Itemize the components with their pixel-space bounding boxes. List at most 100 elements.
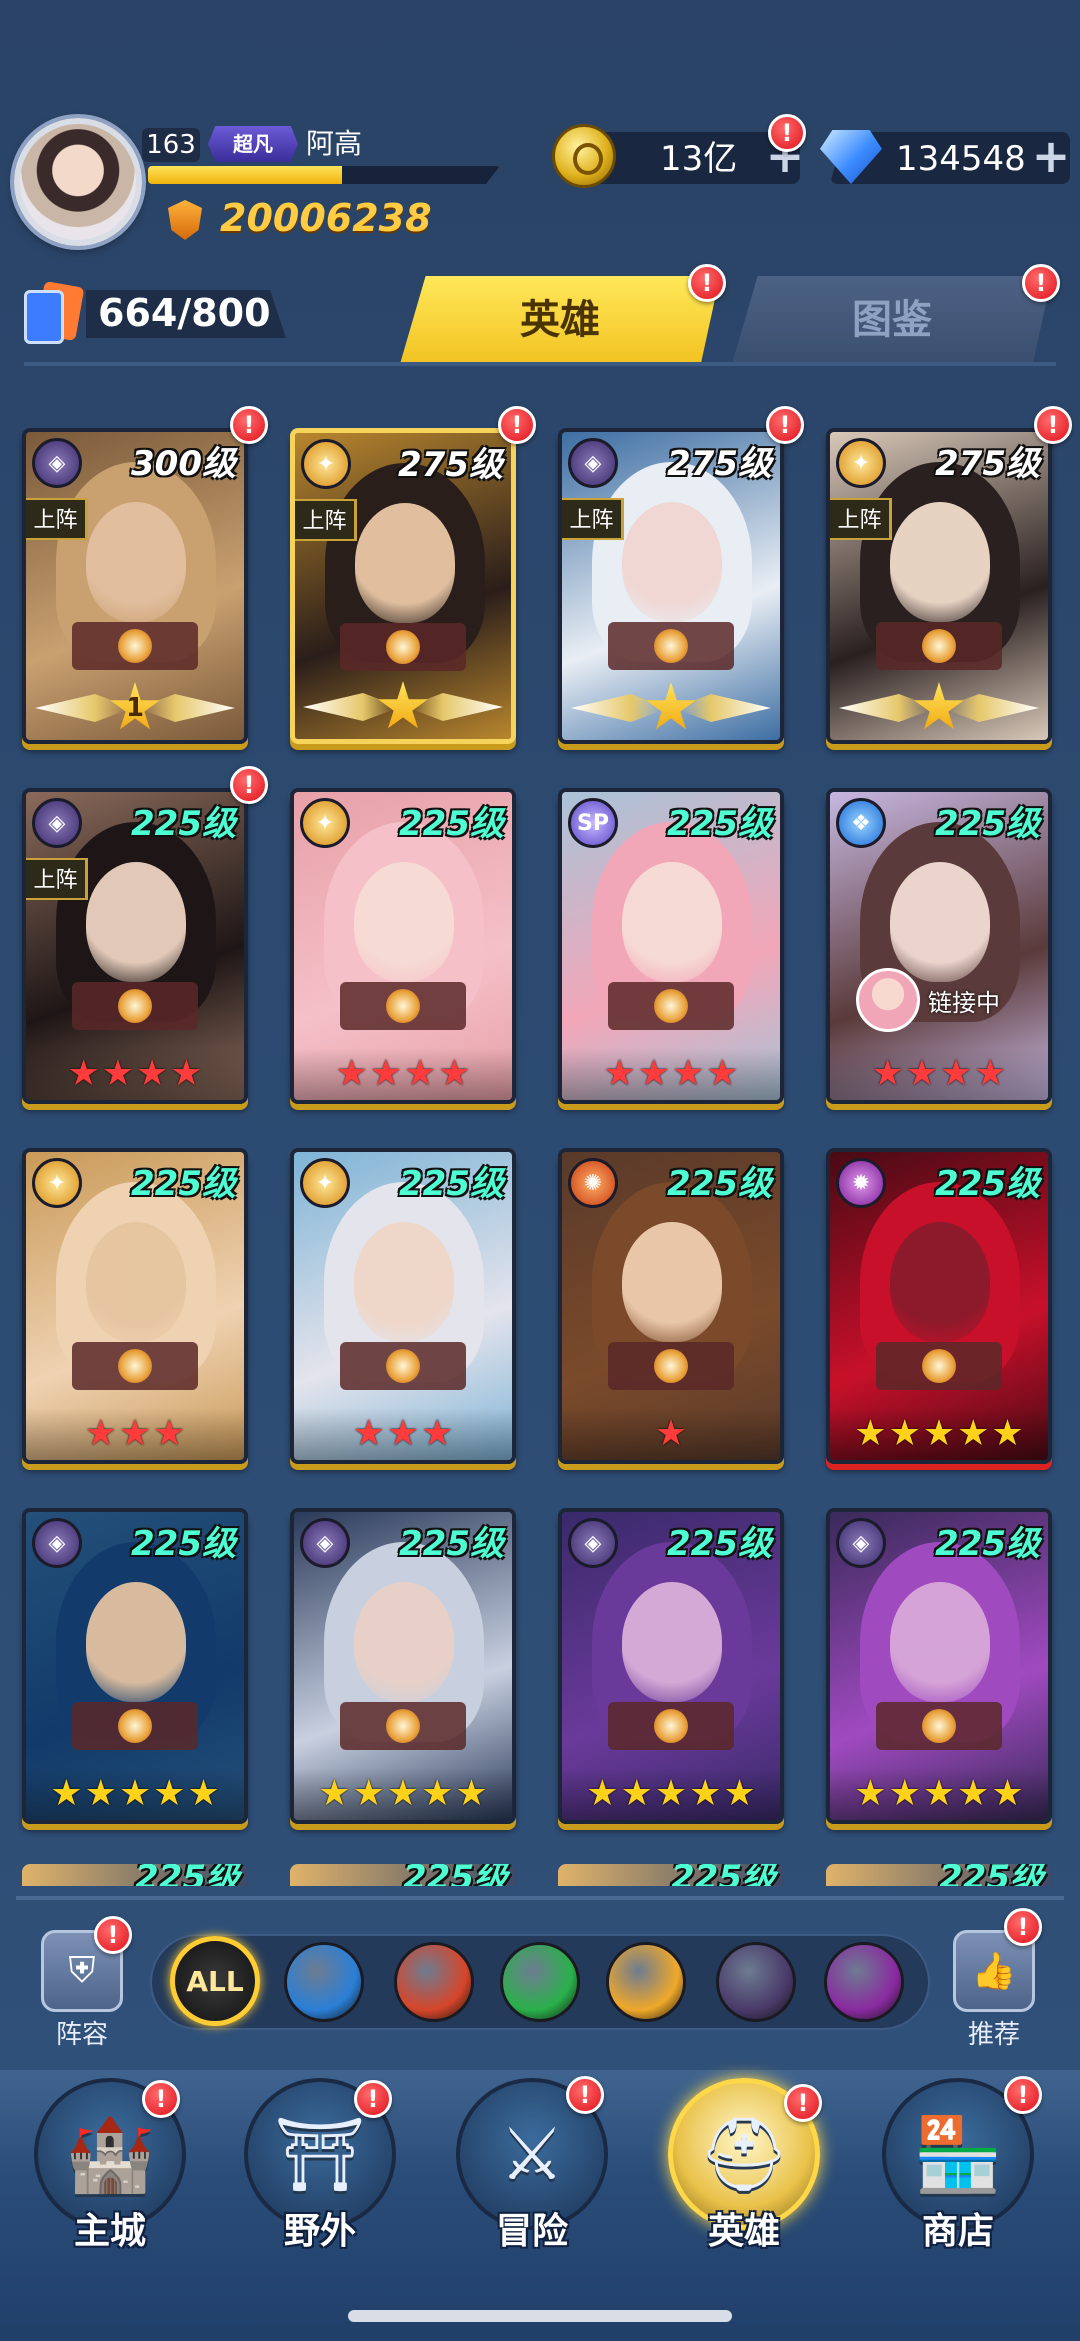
hero-alert-icon: ! — [230, 406, 268, 444]
star-rating: ★ ★ ★ ★ — [830, 1048, 1048, 1100]
star-icon: ★ — [438, 1053, 471, 1094]
water-filter-icon[interactable] — [284, 1942, 364, 2022]
star-rating: ★ ★ ★ ★ — [294, 1048, 512, 1100]
hero-card[interactable]: 225级 — [826, 1864, 1052, 1886]
star-icon: ★ — [706, 1053, 739, 1094]
hero-card[interactable]: ✦ 225级 ★ ★ ★ — [290, 1148, 516, 1464]
hero-level: 225级 — [399, 1524, 504, 1564]
hero-card[interactable]: ✹ 225级 ★ ★ ★ ★ ★ — [826, 1148, 1052, 1464]
hero-card[interactable]: ✺ 225级 ★ — [558, 1148, 784, 1464]
star-icon: ★ — [620, 1773, 653, 1814]
star-rating: ★ ★ ★ ★ — [562, 1048, 780, 1100]
hero-card[interactable]: ◈ 300级 上阵 1 — [22, 428, 248, 744]
hero-card[interactable]: 225级 — [22, 1864, 248, 1886]
star-icon: ★ — [50, 1773, 83, 1814]
dark-filter-icon[interactable] — [716, 1942, 796, 2022]
star-icon: ★ — [386, 1413, 420, 1454]
fire-filter-icon[interactable] — [394, 1942, 474, 2022]
hero-card[interactable]: ✦ 225级 ★ ★ ★ — [22, 1148, 248, 1464]
dark-icon: ◈ — [32, 438, 82, 488]
hero-level: 225级 — [935, 1164, 1040, 1204]
star-icon: ★ — [421, 1773, 454, 1814]
star-icon: ★ — [922, 1773, 956, 1814]
nav-wild-label: 野外 — [283, 2211, 356, 2252]
hero-level: 225级 — [399, 804, 504, 844]
void-filter-icon[interactable] — [824, 1942, 904, 2022]
on-team-badge: 上阵 — [26, 498, 88, 540]
star-icon: ★ — [352, 1413, 385, 1454]
hero-level: 225级 — [939, 1864, 1044, 1886]
on-team-badge: 上阵 — [26, 858, 88, 900]
hero-card[interactable]: ◈ 275级 上阵 — [558, 428, 784, 744]
star-rating: ★ ★ ★ — [294, 1408, 512, 1460]
hero-emblem-icon — [340, 982, 466, 1030]
fire-icon: ✺ — [568, 1158, 618, 1208]
hero-card[interactable]: SP 225级 ★ ★ ★ ★ — [558, 788, 784, 1104]
wind-filter-icon[interactable] — [500, 1942, 580, 2022]
hero-card[interactable]: ❖ 225级 链接中 ★ ★ ★ ★ — [826, 788, 1052, 1104]
light-filter-icon[interactable] — [606, 1942, 686, 2022]
on-team-badge: 上阵 — [830, 498, 892, 540]
star-icon: ★ — [586, 1773, 619, 1814]
nav-shop-label: 商店 — [921, 2211, 994, 2252]
star-icon: ★ — [888, 1773, 921, 1814]
star-icon: ★ — [905, 1053, 938, 1094]
lineup-alert-icon: ! — [94, 1916, 132, 1954]
hero-card[interactable]: ◈ 225级 上阵 ★ ★ ★ ★ — [22, 788, 248, 1104]
hero-card[interactable]: ◈ 225级 ★ ★ ★ ★ ★ — [558, 1508, 784, 1824]
hero-card[interactable]: ◈ 225级 ★ ★ ★ ★ ★ — [826, 1508, 1052, 1824]
star-icon: ★ — [67, 1053, 100, 1094]
link-badge: 链接中 — [856, 968, 1000, 1032]
hero-level: 225级 — [403, 1864, 508, 1886]
hero-card[interactable]: ✦ 275级 上阵 — [290, 428, 516, 744]
star-icon: ★ — [369, 1053, 402, 1094]
star-rating: ★ ★ ★ — [26, 1408, 244, 1460]
hero-emblem-icon — [340, 1702, 466, 1750]
star-icon: ★ — [957, 1773, 990, 1814]
link-status: 链接中 — [928, 988, 1000, 1017]
hero-level: 225级 — [671, 1864, 776, 1886]
hero-card[interactable]: ✦ 275级 上阵 — [826, 428, 1052, 744]
home-indicator[interactable] — [348, 2310, 732, 2322]
hero-emblem-icon — [72, 982, 198, 1030]
star-icon: ★ — [957, 1413, 990, 1454]
hero-level: 225级 — [667, 1164, 772, 1204]
void-icon: ✹ — [836, 1158, 886, 1208]
all-filter[interactable]: ALL — [170, 1936, 260, 2026]
hero-card[interactable]: ✦ 225级 ★ ★ ★ ★ — [290, 788, 516, 1104]
star-icon: ★ — [974, 1053, 1007, 1094]
hero-card[interactable]: 225级 — [558, 1864, 784, 1886]
star-rating: ★ ★ ★ ★ — [26, 1048, 244, 1100]
star-icon: ★ — [723, 1773, 756, 1814]
star-icon: ★ — [187, 1773, 220, 1814]
hero-card[interactable]: ◈ 225级 ★ ★ ★ ★ ★ — [22, 1508, 248, 1824]
hero-emblem-icon — [72, 1702, 198, 1750]
star-icon: ★ — [318, 1773, 351, 1814]
star-icon: ★ — [654, 1773, 688, 1814]
dark-icon: ◈ — [32, 798, 82, 848]
winged-star-rank-icon — [571, 680, 771, 736]
light-icon: ✦ — [32, 1158, 82, 1208]
hero-level: 225级 — [131, 1164, 236, 1204]
hero-emblem-icon — [876, 1342, 1002, 1390]
star-icon: ★ — [352, 1773, 385, 1814]
hero-emblem-icon — [72, 1342, 198, 1390]
dark-icon: ◈ — [568, 438, 618, 488]
hero-emblem-icon — [876, 1702, 1002, 1750]
star-icon: ★ — [991, 1773, 1024, 1814]
on-team-badge: 上阵 — [295, 499, 357, 541]
star-icon: ★ — [922, 1413, 956, 1454]
star-icon: ★ — [689, 1773, 722, 1814]
hero-alert-icon: ! — [766, 406, 804, 444]
hero-card[interactable]: ◈ 225级 ★ ★ ★ ★ ★ — [290, 1508, 516, 1824]
star-rating: ★ — [562, 1408, 780, 1460]
light-icon: ✦ — [301, 439, 351, 489]
hero-level: 225级 — [667, 804, 772, 844]
hero-emblem-icon — [340, 1342, 466, 1390]
hero-card[interactable]: 225级 — [290, 1864, 516, 1886]
dark-icon: ◈ — [300, 1518, 350, 1568]
recommend-button[interactable]: 👍 推荐 — [944, 1930, 1044, 2050]
winged-star-rank-icon — [303, 679, 503, 735]
lineup-label: 阵容 — [55, 2020, 108, 2050]
hero-level: 300级 — [131, 444, 236, 484]
